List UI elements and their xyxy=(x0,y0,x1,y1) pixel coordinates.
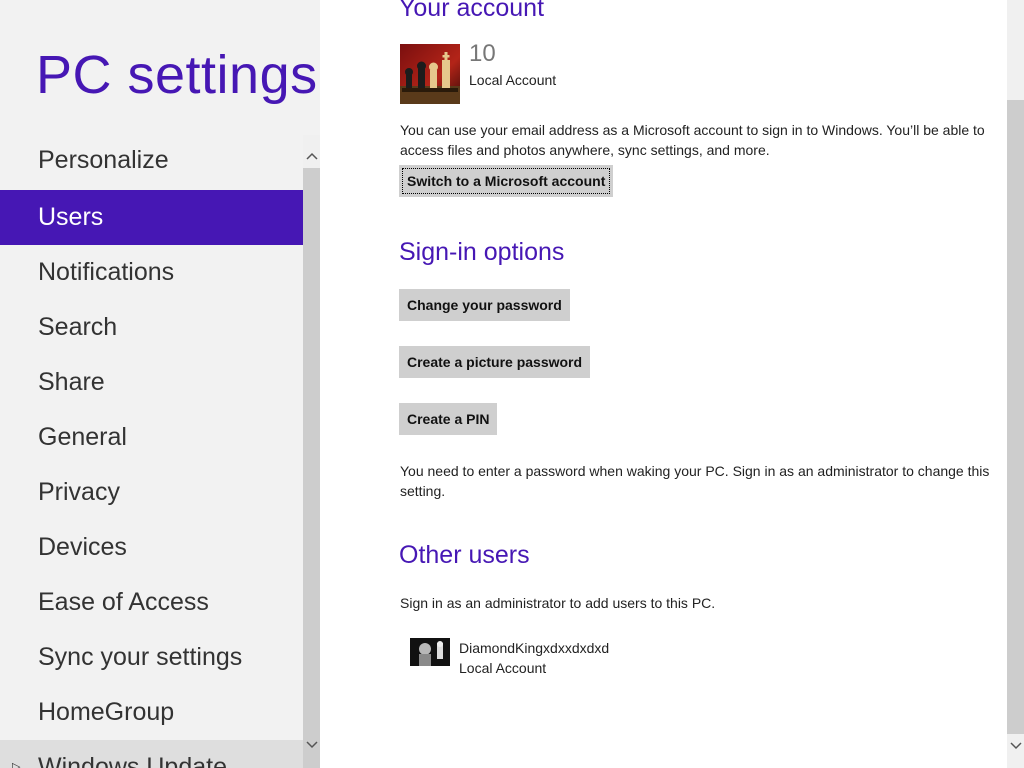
create-picture-password-button[interactable]: Create a picture password xyxy=(399,346,591,378)
chevron-down-icon[interactable] xyxy=(1007,738,1024,755)
sign-in-note: You need to enter a password when waking… xyxy=(400,463,990,499)
nav-item-devices[interactable]: Devices xyxy=(0,520,303,575)
other-user-avatar-image xyxy=(410,638,450,666)
triangle-right-icon: ▷ xyxy=(12,761,21,768)
nav-item-general[interactable]: General xyxy=(0,410,303,465)
page-scroll-thumb[interactable] xyxy=(1007,100,1024,734)
nav-item-personalize[interactable]: Personalize xyxy=(0,133,303,188)
chevron-up-icon[interactable] xyxy=(303,148,320,165)
account-type-label: Local Account xyxy=(469,72,557,88)
chevron-down-icon[interactable] xyxy=(303,737,320,754)
chess-pieces-avatar-icon xyxy=(400,44,460,104)
nav-item-label: Windows Update xyxy=(38,753,227,768)
navigation-pane: PC settings Personalize Users Notificati… xyxy=(0,0,320,768)
nav-list: Personalize Users Notifications Search S… xyxy=(0,133,303,768)
chevron-up-icon-glyph xyxy=(305,152,318,160)
nav-scrollbar[interactable] xyxy=(303,135,320,768)
nav-item-privacy[interactable]: Privacy xyxy=(0,465,303,520)
microsoft-account-description: You can use your email address as a Micr… xyxy=(400,122,985,158)
other-user-account-type: Local Account xyxy=(459,660,547,676)
nav-scroll-thumb[interactable] xyxy=(303,168,320,768)
nav-item-homegroup[interactable]: HomeGroup xyxy=(0,685,303,740)
pc-settings-window: PC settings Personalize Users Notificati… xyxy=(0,0,1024,768)
nav-item-windows-update[interactable]: ▷ Windows Update xyxy=(0,740,303,768)
account-user-name: 10 xyxy=(469,40,496,67)
nav-item-search[interactable]: Search xyxy=(0,300,303,355)
other-user-avatar-icon xyxy=(410,638,450,666)
page-chevron-down-icon-glyph xyxy=(1009,742,1022,750)
switch-to-microsoft-account-button[interactable]: Switch to a Microsoft account xyxy=(399,165,614,197)
your-account-heading: Your account xyxy=(399,0,545,22)
sign-in-options-heading: Sign-in options xyxy=(399,238,565,266)
other-user-name[interactable]: DiamondKingxdxxdxdxd xyxy=(459,640,609,656)
nav-item-sync-your-settings[interactable]: Sync your settings xyxy=(0,630,303,685)
app-title: PC settings xyxy=(36,45,318,105)
chevron-down-icon-glyph xyxy=(305,741,318,749)
nav-item-ease-of-access[interactable]: Ease of Access xyxy=(0,575,303,630)
nav-item-users[interactable]: Users xyxy=(0,190,303,245)
account-avatar-image xyxy=(400,44,460,104)
nav-item-notifications[interactable]: Notifications xyxy=(0,245,303,300)
change-password-button[interactable]: Change your password xyxy=(399,289,570,321)
users-settings-content: Your account 10 Local Account You can us… xyxy=(320,0,1007,768)
other-users-heading: Other users xyxy=(399,541,530,569)
create-pin-button[interactable]: Create a PIN xyxy=(399,403,498,435)
page-scrollbar[interactable] xyxy=(1007,0,1024,768)
nav-item-share[interactable]: Share xyxy=(0,355,303,410)
other-users-note: Sign in as an administrator to add users… xyxy=(400,595,716,611)
